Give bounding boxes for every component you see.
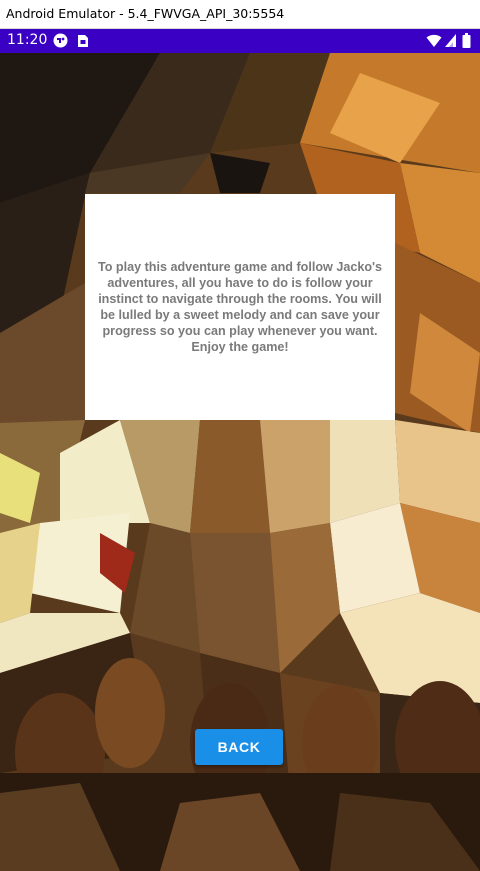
back-button[interactable]: BACK [195, 729, 283, 765]
window-title: Android Emulator - 5.4_FWVGA_API_30:5554 [6, 6, 285, 21]
status-time: 11:20 [7, 32, 48, 48]
cell-signal-icon [445, 34, 456, 47]
instructions-text: To play this adventure game and follow J… [97, 260, 383, 354]
battery-icon [462, 33, 471, 48]
game-controller-icon [53, 33, 68, 48]
instructions-card: To play this adventure game and follow J… [85, 194, 395, 420]
status-bar: 11:20 [0, 29, 480, 53]
sim-card-icon [78, 35, 88, 47]
wifi-icon [426, 34, 442, 47]
emulator-title-bar: Android Emulator - 5.4_FWVGA_API_30:5554 [0, 0, 480, 29]
